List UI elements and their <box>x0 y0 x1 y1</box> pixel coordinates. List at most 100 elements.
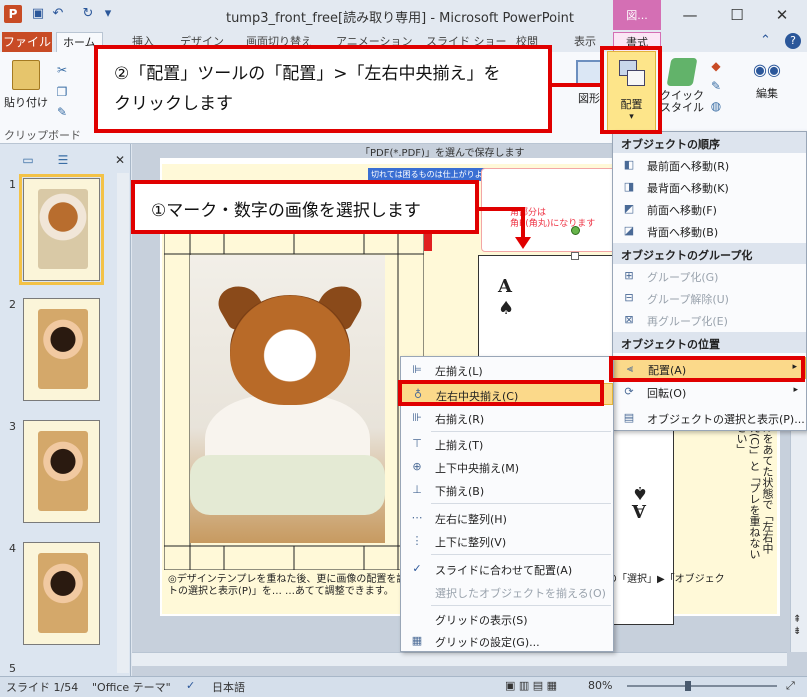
menu-label: 背面へ移動(B) <box>647 226 719 239</box>
regroup-icon: ⊠ <box>624 313 634 326</box>
customize-qat-icon[interactable]: ▾ <box>100 6 116 22</box>
shape-outline-icon[interactable]: ✎ <box>708 78 724 94</box>
paste-button[interactable]: 貼り付け <box>4 58 48 118</box>
arrange-dropdown-menu: オブジェクトの順序 ◧ 最前面へ移動(R) ◨ 最背面へ移動(K) ◩ 前面へ移動(F… <box>612 131 807 431</box>
help-icon[interactable]: ? <box>785 33 801 49</box>
quick-style-button[interactable]: クイック スタイル <box>659 58 705 124</box>
edit-button[interactable]: ◉◉ 編集 <box>747 58 787 114</box>
menu-label: 上揃え(T) <box>435 439 484 452</box>
menu-separator <box>431 431 611 432</box>
send-to-back-icon: ◨ <box>623 180 635 193</box>
align-top-icon: ⊤ <box>412 437 422 450</box>
thumbnail-scrollbar[interactable] <box>117 173 129 673</box>
slide-top-note: 「PDF(*.PDF)」を選んで保存します <box>360 148 525 159</box>
callout-line: ②「配置」ツールの「配置」>「左右中央揃え」を <box>114 64 501 84</box>
menu-align-selected: 選択したオブジェクトを揃える(O) <box>401 581 613 603</box>
redo-icon[interactable]: ↻ <box>80 6 96 22</box>
menu-header-order: オブジェクトの順序 <box>613 132 806 153</box>
menu-header-group: オブジェクトのグループ化 <box>613 243 806 264</box>
close-pane-icon[interactable]: ✕ <box>112 152 128 168</box>
clipboard-group-label: クリップボード <box>4 129 81 142</box>
thumbnail-number: 3 <box>9 420 16 433</box>
dog-photo[interactable] <box>190 255 385 543</box>
paste-label: 貼り付け <box>4 96 48 109</box>
menu-align-middle[interactable]: ⊕ 上下中央揃え(M) <box>401 456 613 478</box>
spade-icon[interactable]: ♠ <box>498 298 514 319</box>
thumbnail-number: 4 <box>9 542 16 555</box>
minimize-button[interactable]: — <box>670 3 710 27</box>
save-icon[interactable]: ▣ <box>30 6 46 22</box>
menu-distribute-horizontal[interactable]: ⋯ 左右に整列(H) <box>401 507 613 529</box>
dog-bed-shape <box>190 455 385 515</box>
menu-rotate[interactable]: ⟳ 回転(O) ▸ <box>613 381 806 403</box>
tab-view[interactable]: 表示 <box>568 32 602 52</box>
spellcheck-icon[interactable]: ✓ <box>186 679 195 692</box>
close-button[interactable]: ✕ <box>762 3 802 27</box>
language[interactable]: 日本語 <box>212 679 245 695</box>
view-buttons-icon[interactable]: ▣ ▥ ▤ ▦ <box>505 679 557 692</box>
menu-bring-forward[interactable]: ◩ 前面へ移動(F) <box>613 198 806 220</box>
menu-distribute-vertical[interactable]: ⋮ 上下に整列(V) <box>401 530 613 552</box>
cut-icon[interactable]: ✂ <box>54 62 70 78</box>
rotation-handle[interactable] <box>571 226 580 235</box>
copy-icon[interactable]: ❐ <box>54 84 70 100</box>
thumbnail-number: 1 <box>9 178 16 191</box>
menu-separator <box>431 503 611 504</box>
scroll-arrows-icon[interactable]: ⇞ ⇟ <box>793 614 801 638</box>
callout-arrow <box>476 207 524 211</box>
menu-align-top[interactable]: ⊤ 上揃え(T) <box>401 433 613 455</box>
fit-slide-icon[interactable]: ⤢ <box>786 679 795 693</box>
maximize-button[interactable]: ☐ <box>717 3 757 27</box>
menu-grid-settings[interactable]: ▦ グリッドの設定(G)... <box>401 630 613 652</box>
bring-forward-icon: ◩ <box>623 202 635 215</box>
align-left-icon: ⊫ <box>412 363 422 376</box>
resize-handle[interactable] <box>571 252 579 260</box>
red-marker <box>424 233 432 251</box>
menu-label: オブジェクトの選択と表示(P)... <box>647 413 805 426</box>
align-right-icon: ⊪ <box>412 411 422 424</box>
thumbnail-number: 2 <box>9 298 16 311</box>
menu-label: 選択したオブジェクトを揃える(O) <box>435 587 606 600</box>
send-backward-icon: ◪ <box>623 224 635 237</box>
menu-bring-to-front[interactable]: ◧ 最前面へ移動(R) <box>613 154 806 176</box>
menu-selection-pane[interactable]: ▤ オブジェクトの選択と表示(P)... <box>613 407 806 429</box>
slides-tab-icon[interactable]: ▭ <box>20 152 36 168</box>
thumbnail-number: 5 <box>9 662 16 675</box>
menu-align-bottom[interactable]: ⊥ 下揃え(B) <box>401 479 613 501</box>
grid-icon: ▦ <box>411 634 423 647</box>
menu-label: 上下中央揃え(M) <box>435 462 520 475</box>
thumbnail-slide-3[interactable] <box>23 420 100 523</box>
menu-align-right[interactable]: ⊪ 右揃え(R) <box>401 407 613 429</box>
undo-icon[interactable]: ↶ <box>50 6 66 22</box>
horizontal-scrollbar[interactable] <box>132 652 787 666</box>
menu-show-grid[interactable]: グリッドの表示(S) <box>401 608 613 630</box>
thumbnail-slide-2[interactable] <box>23 298 100 401</box>
edit-label: 編集 <box>756 87 778 100</box>
menu-label: グループ解除(U) <box>647 293 729 306</box>
thumbnail-slide-1[interactable] <box>19 174 104 285</box>
outline-tab-icon[interactable]: ☰ <box>55 152 71 168</box>
shape-effects-icon[interactable]: ◍ <box>708 98 724 114</box>
bring-to-front-icon: ◧ <box>623 158 635 171</box>
tab-file[interactable]: ファイル <box>2 32 52 52</box>
format-painter-icon[interactable]: ✎ <box>54 104 70 120</box>
quick-style-icon <box>666 58 698 86</box>
highlight-arrange-menu-item <box>609 356 805 382</box>
menu-send-to-back[interactable]: ◨ 最背面へ移動(K) <box>613 176 806 198</box>
thumbnail-slide-4[interactable] <box>23 542 100 645</box>
submenu-arrow-icon: ▸ <box>793 385 798 395</box>
menu-align-left[interactable]: ⊫ 左揃え(L) <box>401 359 613 381</box>
collapse-ribbon-icon[interactable]: ⌃ <box>760 33 771 48</box>
menu-send-backward[interactable]: ◪ 背面へ移動(B) <box>613 220 806 242</box>
menu-label: 左揃え(L) <box>435 365 483 378</box>
selection-pane-icon: ▤ <box>623 411 635 424</box>
shape-fill-icon[interactable]: ◆ <box>708 58 724 74</box>
menu-align-to-slide[interactable]: ✓ スライドに合わせて配置(A) <box>401 558 613 580</box>
ungroup-icon: ⊟ <box>624 291 634 304</box>
powerpoint-logo-icon[interactable]: P <box>4 5 22 23</box>
dog-head-shape <box>230 295 350 405</box>
card-rank-top[interactable]: A <box>498 276 512 297</box>
distribute-horizontal-icon: ⋯ <box>411 511 423 524</box>
zoom-level[interactable]: 80% <box>588 679 612 692</box>
zoom-slider[interactable] <box>627 681 777 691</box>
